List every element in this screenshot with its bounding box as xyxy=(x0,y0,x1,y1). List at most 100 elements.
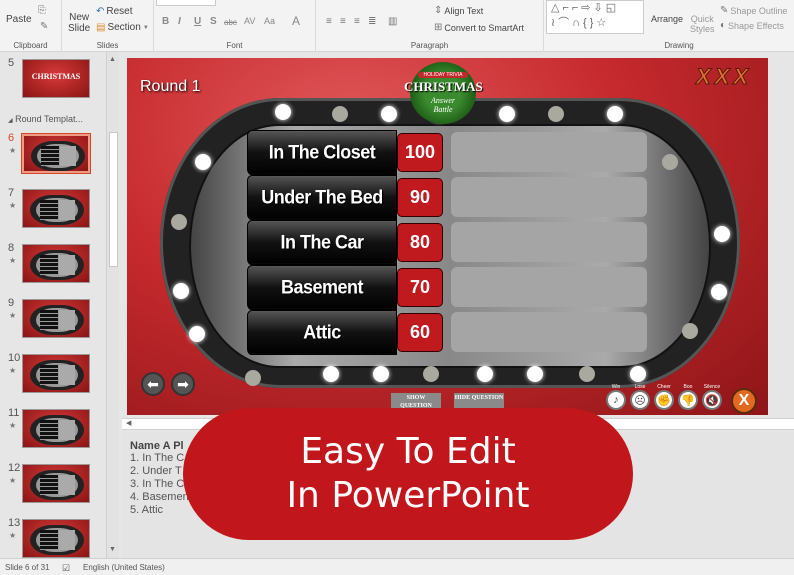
answer-row[interactable]: In The Car 80 xyxy=(247,219,651,266)
christmas-logo: HOLIDAY TRIVIA CHRISTMAS Answer Battle xyxy=(404,62,483,124)
sound-lose-button[interactable]: ☹ xyxy=(630,390,650,410)
language-indicator[interactable]: English (United States) xyxy=(83,563,165,572)
paste-button[interactable]: Paste xyxy=(6,14,32,25)
scroll-up-icon[interactable]: ▲ xyxy=(109,56,116,63)
bulb-on xyxy=(381,106,397,122)
answer-label[interactable]: In The Closet xyxy=(247,129,397,176)
answer-row[interactable]: Basement 70 xyxy=(247,264,651,311)
animation-star-icon: ★ xyxy=(9,256,17,265)
shape-outline-button[interactable]: ✎ Shape Outline xyxy=(720,5,787,17)
answer-slot[interactable] xyxy=(451,177,647,217)
bulb-off xyxy=(171,214,187,230)
font-color-button[interactable]: A xyxy=(292,14,300,28)
bulb-off xyxy=(579,366,595,382)
strikethrough-button[interactable]: abc xyxy=(224,18,237,27)
answer-points[interactable]: 100 xyxy=(397,133,443,172)
answer-row[interactable]: In The Closet 100 xyxy=(247,129,651,176)
slide-thumbnail[interactable] xyxy=(22,519,90,558)
thumb-answers xyxy=(40,310,58,330)
quick-styles-button[interactable]: Quick Styles xyxy=(690,14,715,34)
answer-row[interactable]: Attic 60 xyxy=(247,309,651,356)
copy-icon[interactable]: ⎘ xyxy=(38,6,46,16)
reset-button[interactable]: ↶ Reset xyxy=(96,6,133,17)
thumbnail-number: 7 xyxy=(8,187,15,199)
answer-points[interactable]: 90 xyxy=(397,178,443,217)
align-text-button[interactable]: ⇕ Align Text xyxy=(434,6,483,17)
format-painter-icon[interactable]: ✎ xyxy=(40,22,48,32)
change-case-button[interactable]: Aa xyxy=(264,16,275,26)
answer-label[interactable]: Basement xyxy=(247,264,397,311)
arrow-left-icon: ⬅ xyxy=(147,375,159,392)
bulb-on xyxy=(173,283,189,299)
answer-slot[interactable] xyxy=(451,132,647,172)
bulb-on xyxy=(195,154,211,170)
thumb-answers xyxy=(41,146,59,166)
shape-effects-button[interactable]: ◐ Shape Effects xyxy=(720,21,784,32)
answer-label[interactable]: Under The Bed xyxy=(247,174,397,221)
bulb-on xyxy=(714,226,730,242)
collapse-icon[interactable]: ◢ xyxy=(8,118,13,124)
align-left-icon[interactable]: ≡ xyxy=(326,17,332,27)
slide-thumbnail[interactable] xyxy=(22,464,90,503)
prev-arrow-button[interactable]: ⬅ xyxy=(141,372,165,396)
underline-button[interactable]: U xyxy=(194,16,201,27)
align-right-icon[interactable]: ≡ xyxy=(354,17,360,27)
slide-thumbnail[interactable]: CHRISTMAS xyxy=(22,59,90,98)
bulb-on xyxy=(189,326,205,342)
scroll-down-icon[interactable]: ▼ xyxy=(109,546,116,553)
thumbnail-number: 11 xyxy=(8,407,20,419)
slide-canvas[interactable]: Round 1 XXX HOLIDAY TRIVIA CHRISTMAS Ans… xyxy=(127,58,768,415)
slide-thumbnail[interactable] xyxy=(21,133,91,174)
slide-thumbnail[interactable] xyxy=(22,299,90,338)
answer-points[interactable]: 70 xyxy=(397,268,443,307)
answer-slot[interactable] xyxy=(451,267,647,307)
answer-slot[interactable] xyxy=(451,222,647,262)
sound-win-button[interactable]: ♪ xyxy=(606,390,626,410)
answer-points[interactable]: 80 xyxy=(397,223,443,262)
spellcheck-icon[interactable]: ☑ xyxy=(62,563,70,574)
align-center-icon[interactable]: ≡ xyxy=(340,17,346,27)
next-arrow-button[interactable]: ➡ xyxy=(171,372,195,396)
banner-line1: Easy To Edit xyxy=(300,431,516,472)
bulb-off xyxy=(548,106,564,122)
smartart-button[interactable]: ⊞ Convert to SmartArt xyxy=(434,23,524,34)
answer-row[interactable]: Under The Bed 90 xyxy=(247,174,651,221)
shapes-gallery[interactable]: △⌐⌐⇨⇩◱ ≀⌒∩{}☆ xyxy=(546,0,644,34)
clipboard-label: Clipboard xyxy=(13,41,48,50)
columns-icon[interactable]: ▥ xyxy=(388,17,397,27)
bold-button[interactable]: B xyxy=(162,16,169,27)
italic-button[interactable]: I xyxy=(178,16,181,27)
arrange-button[interactable]: Arrange xyxy=(651,14,683,24)
bulb-on xyxy=(323,366,339,382)
slide-thumbnail[interactable] xyxy=(22,409,90,448)
answer-slot[interactable] xyxy=(451,312,647,352)
thumbnail-number: 8 xyxy=(8,242,15,254)
slide-thumbnail[interactable] xyxy=(22,244,90,283)
close-button[interactable]: X xyxy=(731,388,757,414)
section-header[interactable]: ◢ Round Templat... xyxy=(8,114,83,124)
strikes-indicator[interactable]: XXX xyxy=(695,64,752,90)
shadow-button[interactable]: S xyxy=(210,16,217,27)
section-icon: ▤ xyxy=(96,21,106,33)
round-title: Round 1 xyxy=(140,78,201,95)
sound-silence-button[interactable]: 🔇 xyxy=(702,390,722,410)
animation-star-icon: ★ xyxy=(9,146,17,155)
justify-icon[interactable]: ≣ xyxy=(368,17,376,27)
logo-sub: Answer Battle xyxy=(410,96,476,114)
new-slide-button[interactable]: New Slide xyxy=(68,12,90,34)
pencil-icon: ✎ xyxy=(720,5,729,16)
answer-label[interactable]: Attic xyxy=(247,309,397,356)
scrollbar-thumb[interactable] xyxy=(109,132,118,267)
section-button[interactable]: ▤ Section ▼ xyxy=(96,22,149,33)
answer-points[interactable]: 60 xyxy=(397,313,443,352)
char-spacing-button[interactable]: AV xyxy=(244,16,255,26)
answer-label[interactable]: In The Car xyxy=(247,219,397,266)
thumbnail-scrollbar[interactable]: ▲ ▼ xyxy=(106,52,119,558)
sound-cheer-button[interactable]: ✊ xyxy=(654,390,674,410)
font-name-field[interactable] xyxy=(156,0,216,6)
slide-thumbnail[interactable] xyxy=(22,189,90,228)
sound-boo-button[interactable]: 👎 xyxy=(678,390,698,410)
slide-thumbnail[interactable] xyxy=(22,354,90,393)
logo-top: HOLIDAY TRIVIA xyxy=(418,72,468,78)
scroll-left-icon[interactable]: ◀ xyxy=(126,419,131,427)
